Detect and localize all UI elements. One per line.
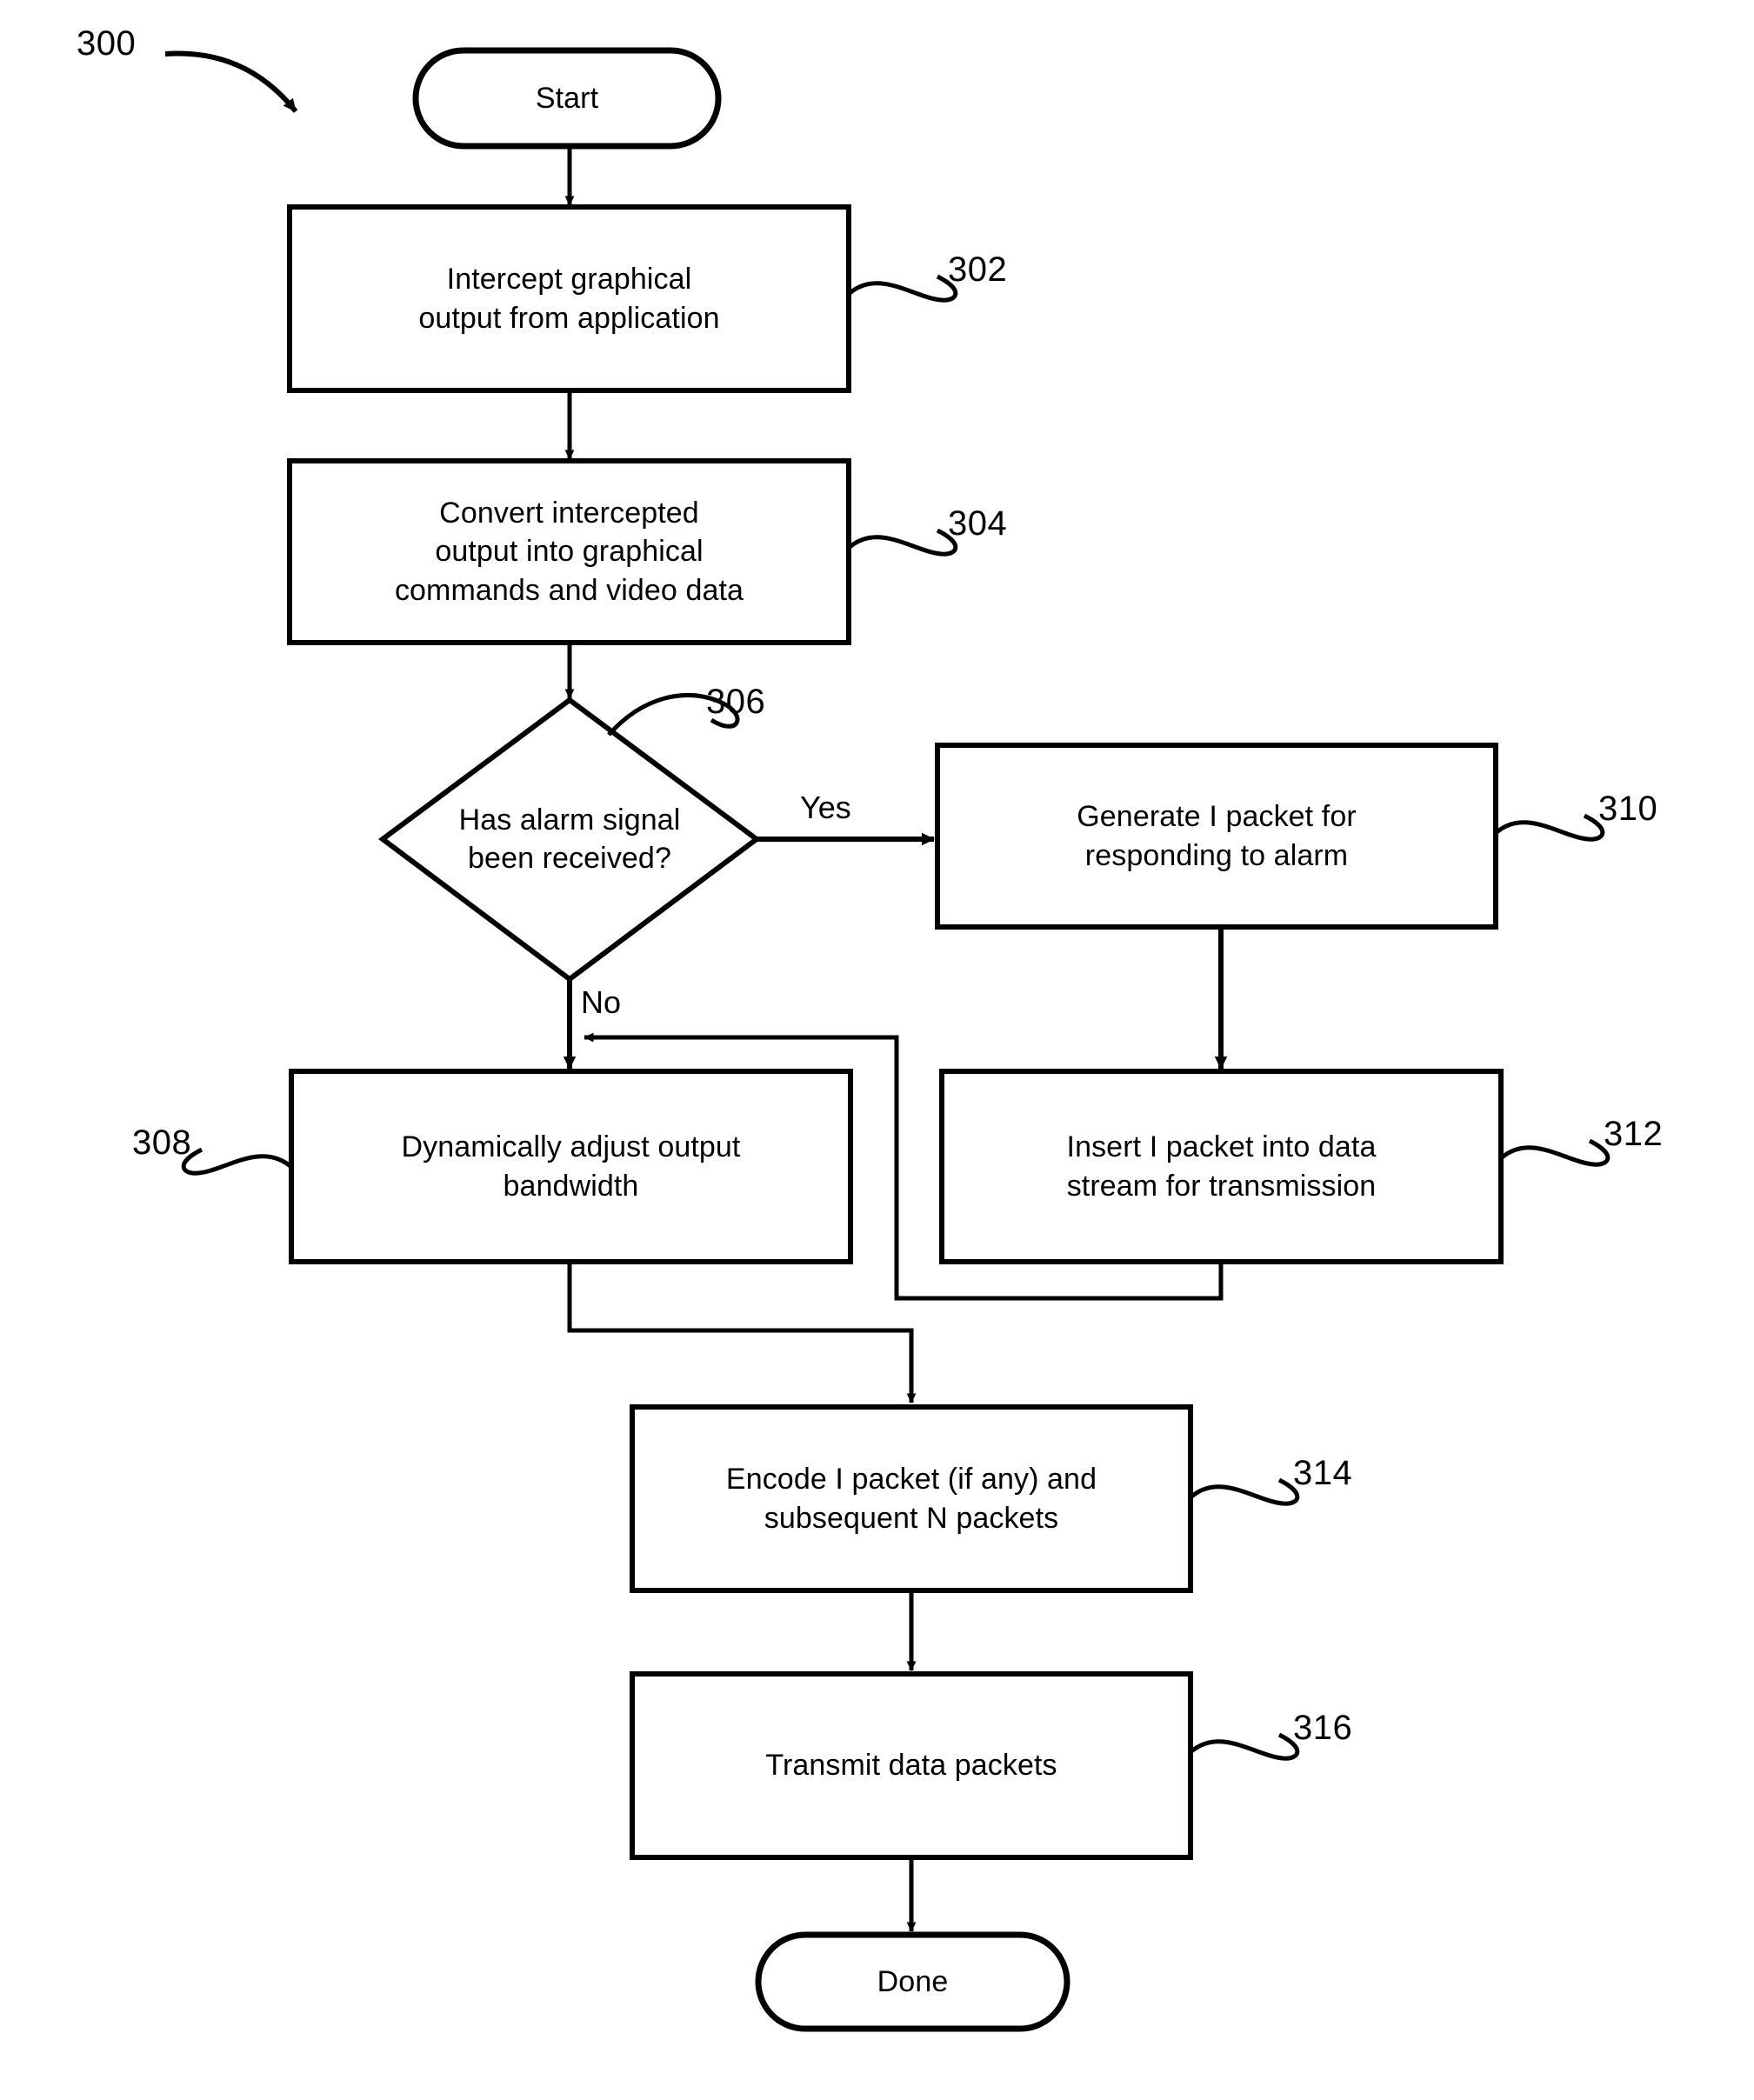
leader-line-310 [1494,813,1605,842]
leader-line-300 [164,50,298,113]
done-terminator[interactable] [758,1935,1067,2029]
adjust-box[interactable] [291,1071,850,1262]
leader-line-308 [181,1147,293,1176]
intercept-box[interactable] [290,207,849,390]
patent-flowchart-figure: Start Intercept graphical output from ap… [0,0,1754,2100]
leader-line-302 [847,274,958,303]
reference-numeral-308: 308 [132,1123,192,1162]
convert-box[interactable] [290,461,849,643]
leader-line-312 [1499,1138,1611,1167]
reference-numeral-314: 314 [1293,1454,1353,1492]
start-terminator[interactable] [416,50,718,146]
leader-line-314 [1189,1477,1300,1506]
figure-reference-numeral-300: 300 [77,24,137,63]
reference-numeral-312: 312 [1604,1115,1664,1153]
edge-label-yes: Yes [800,790,851,825]
leader-line-304 [847,528,958,557]
decision-diamond[interactable] [426,774,713,904]
reference-numeral-302: 302 [948,250,1008,289]
transmit-box[interactable] [632,1674,1190,1857]
reference-numeral-310: 310 [1598,790,1658,828]
insert-box[interactable] [942,1071,1501,1262]
connector-308-to-314 [567,1263,917,1403]
generate-box[interactable] [937,745,1496,927]
reference-numeral-306: 306 [706,683,766,721]
encode-box[interactable] [632,1407,1190,1590]
edge-label-no: No [581,984,622,1020]
reference-numeral-316: 316 [1293,1709,1353,1747]
leader-line-316 [1189,1732,1300,1761]
reference-numeral-304: 304 [948,504,1008,543]
